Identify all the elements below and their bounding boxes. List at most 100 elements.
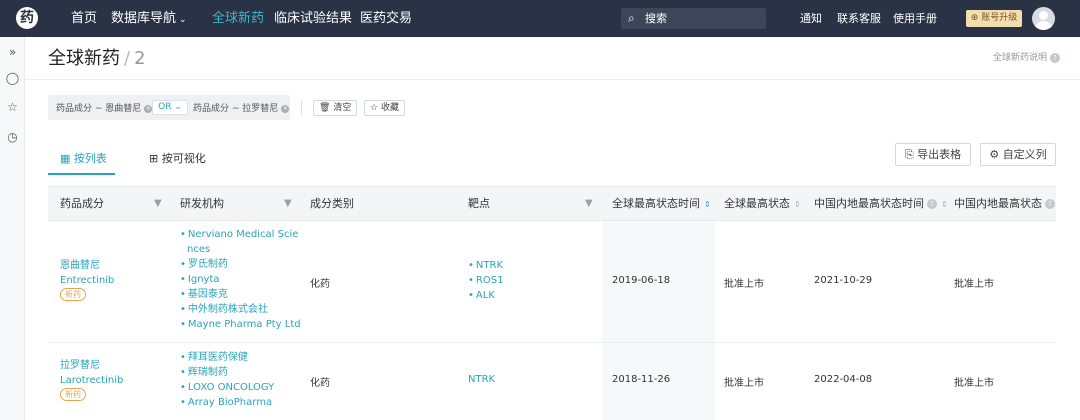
bullet-icon: •	[180, 304, 186, 315]
table-row[interactable]: 拉罗替尼 Larotrectinib 新药 • 拜耳医药保健 • 辉瑞制药 • LOX…	[48, 343, 1056, 420]
user-avatar[interactable]	[1032, 7, 1055, 30]
target-link[interactable]: • NTRK	[468, 258, 503, 273]
collect-button[interactable]: ☆ 收藏	[364, 100, 405, 116]
page-title-text: 全球新药	[48, 48, 120, 69]
sort-icon[interactable]: ⇕	[794, 200, 801, 209]
notifications-link[interactable]: 通知	[800, 0, 822, 37]
nav-item-pharma-deals[interactable]: 医药交易	[360, 0, 412, 37]
category-cell: 化药	[310, 378, 330, 389]
new-drug-badge: 新药	[60, 288, 86, 301]
custom-columns-button[interactable]: ⚙ 自定义列	[980, 143, 1056, 166]
org-link[interactable]: • Nerviano Medical Scie	[180, 227, 301, 242]
result-count: 2	[134, 48, 146, 69]
chevron-down-icon: ⌄	[179, 15, 187, 25]
column-header-global-time[interactable]: 全球最高状态时间 ⇕	[612, 187, 711, 221]
org-link[interactable]: • 基因泰克	[180, 287, 301, 302]
bullet-icon: •	[180, 229, 186, 240]
target-link[interactable]: • ROS1	[468, 273, 503, 288]
table-icon: ▦	[60, 152, 71, 165]
org-name: Array BioPharma	[187, 397, 273, 408]
title-separator: /	[124, 48, 131, 69]
column-header-global-status[interactable]: 全球最高状态 ⇕	[724, 187, 801, 221]
tab-list-view[interactable]: ▦ 按列表	[60, 150, 107, 166]
drug-name-en-link[interactable]: Entrectinib	[60, 273, 114, 288]
bullet-icon: •	[180, 382, 186, 393]
custom-columns-label: 自定义列	[1002, 148, 1047, 161]
operator-select[interactable]: OR ⌄	[152, 100, 188, 115]
export-label: 导出表格	[917, 148, 962, 161]
filter-chip-larotrectinib[interactable]: 药品成分 ~ 拉罗替尼 ×	[193, 101, 290, 114]
target-cell: • NTRK • ROS1 • ALK	[468, 258, 503, 303]
org-link[interactable]: • Array BioPharma	[180, 395, 274, 410]
table-row[interactable]: 恩曲替尼 Entrectinib 新药 • Nerviano Medical Sc…	[48, 221, 1056, 343]
target-link[interactable]: NTRK	[468, 374, 495, 385]
cn-time-cell: 2021-10-29	[814, 275, 873, 286]
chat-icon[interactable]: ◯	[0, 71, 25, 85]
upgrade-icon: ⊕	[970, 13, 979, 23]
question-icon[interactable]: ?	[927, 199, 937, 209]
question-icon[interactable]: ?	[1045, 199, 1055, 209]
search-box[interactable]: ⌕ 搜索	[621, 8, 766, 29]
org-link[interactable]: • Ignyta	[180, 272, 301, 287]
clear-filters-button[interactable]: 🗑 清空	[313, 100, 358, 116]
app-logo[interactable]: 药	[16, 7, 38, 29]
drug-cell: 拉罗替尼 Larotrectinib 新药	[60, 358, 123, 401]
filter-chip-entrectinib[interactable]: 药品成分 ~ 恩曲替尼 ×	[56, 101, 153, 114]
column-label: 全球最高状态	[724, 197, 790, 210]
export-table-button[interactable]: ⎘ 导出表格	[895, 143, 971, 166]
sort-icon[interactable]: ⇕	[941, 200, 948, 209]
nav-item-database-nav[interactable]: 数据库导航 ⌄	[111, 0, 187, 37]
global-time-cell: 2018-11-26	[612, 374, 671, 385]
column-header-cn-status[interactable]: 中国内地最高状态?⇕	[954, 187, 1056, 221]
filter-funnel-icon[interactable]: ▼	[154, 187, 162, 221]
close-icon[interactable]: ×	[281, 104, 290, 113]
expand-rail-icon[interactable]: »	[0, 45, 25, 59]
bullet-icon: •	[180, 274, 186, 285]
star-outline-icon: ☆	[370, 103, 379, 113]
column-label: 研发机构	[180, 197, 224, 210]
org-link[interactable]: • 罗氏制药	[180, 257, 301, 272]
gear-icon: ⚙	[989, 148, 1000, 161]
header-divider	[25, 79, 1080, 80]
sort-icon[interactable]: ⇕	[704, 200, 711, 209]
org-cell: • Nerviano Medical Scie nces • 罗氏制药 • Ignyt…	[180, 227, 301, 332]
column-header-target[interactable]: 靶点 ▼	[468, 187, 598, 221]
column-header-drug[interactable]: 药品成分 ▼	[60, 187, 165, 221]
drug-name-cn-link[interactable]: 恩曲替尼	[60, 258, 114, 273]
filter-chip-label: 药品成分 ~ 拉罗替尼	[193, 104, 279, 114]
org-link[interactable]: • 辉瑞制药	[180, 365, 274, 380]
user-manual-link[interactable]: 使用手册	[893, 0, 937, 37]
target-name: ALK	[475, 290, 495, 301]
org-name: 罗氏制药	[187, 259, 228, 270]
org-link[interactable]: • Mayne Pharma Pty Ltd	[180, 317, 301, 332]
star-icon[interactable]: ☆	[0, 100, 25, 114]
column-label: 成分类别	[310, 197, 354, 210]
search-icon: ⌕	[628, 11, 635, 25]
nav-item-global-new-drugs[interactable]: 全球新药	[212, 0, 264, 37]
target-link[interactable]: • ALK	[468, 288, 503, 303]
nav-item-home[interactable]: 首页	[71, 0, 97, 37]
filter-funnel-icon[interactable]: ▼	[284, 187, 292, 221]
question-icon: ?	[1050, 52, 1061, 63]
history-icon[interactable]: ◷	[0, 130, 25, 144]
cn-status-cell: 批准上市	[954, 279, 994, 290]
nav-item-clinical-results[interactable]: 临床试验结果	[274, 0, 352, 37]
column-header-org[interactable]: 研发机构 ▼	[180, 187, 298, 221]
org-name: 辉瑞制药	[187, 367, 228, 378]
tab-visual-view[interactable]: ⊞ 按可视化	[149, 150, 206, 166]
org-link[interactable]: • 中外制药株式会社	[180, 302, 301, 317]
column-header-cn-time[interactable]: 中国内地最高状态时间? ⇕	[814, 187, 948, 221]
org-link-continued[interactable]: nces	[180, 242, 301, 257]
bullet-icon: •	[180, 289, 186, 300]
org-link[interactable]: • LOXO ONCOLOGY	[180, 380, 274, 395]
contact-support-link[interactable]: 联系客服	[837, 0, 881, 37]
bullet-icon: •	[468, 260, 474, 271]
drug-name-en-link[interactable]: Larotrectinib	[60, 373, 123, 388]
upgrade-account-button[interactable]: ⊕ 账号升级	[966, 10, 1022, 27]
drug-name-cn-link[interactable]: 拉罗替尼	[60, 358, 123, 373]
org-link[interactable]: • 拜耳医药保健	[180, 350, 274, 365]
column-header-category[interactable]: 成分类别	[310, 187, 354, 221]
filter-funnel-icon[interactable]: ▼	[585, 187, 593, 221]
drug-table: 药品成分 ▼ 研发机构 ▼ 成分类别 靶点 ▼ 全球最高状态时间 ⇕ 全球最高状态…	[48, 186, 1056, 420]
help-link[interactable]: 全球新药说明?	[993, 50, 1061, 63]
